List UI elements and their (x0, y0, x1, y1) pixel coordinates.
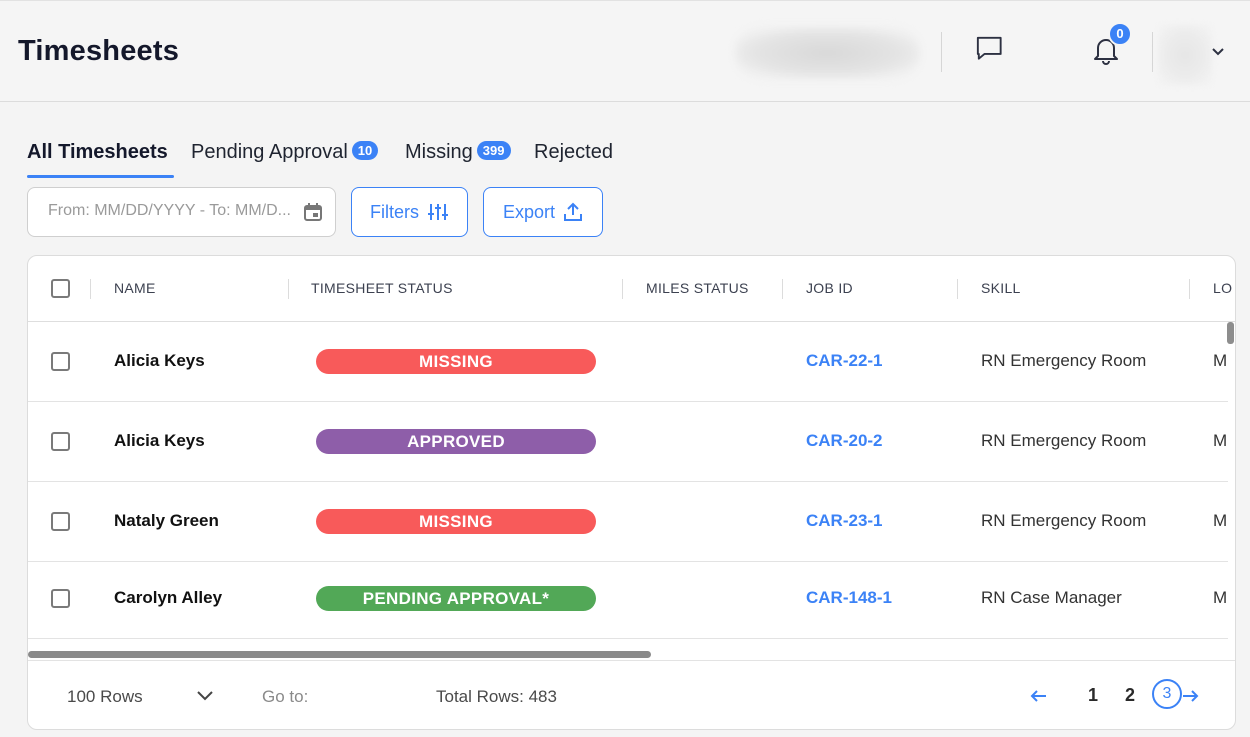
tab-label: Rejected (534, 141, 613, 163)
status-badge: PENDING APPROVAL* (316, 586, 596, 611)
calendar-icon[interactable] (303, 202, 323, 222)
row-checkbox[interactable] (51, 589, 70, 608)
job-id-link[interactable]: CAR-20-2 (806, 431, 883, 451)
rows-per-page-select[interactable]: 100 Rows (67, 687, 143, 707)
table-row[interactable]: Alicia Keys APPROVED CAR-20-2 RN Emergen… (28, 402, 1228, 482)
total-rows: Total Rows: 483 (436, 687, 557, 706)
row-checkbox[interactable] (51, 432, 70, 451)
employee-name: Carolyn Alley (114, 588, 223, 607)
row-checkbox[interactable] (51, 512, 70, 531)
date-range-field[interactable] (27, 187, 336, 237)
tab-count-badge: 399 (476, 141, 511, 160)
tab-pending-approval[interactable]: Pending Approval 10 (191, 136, 379, 178)
skill: RN Emergency Room (981, 351, 1147, 370)
timesheets-table: NAME TIMESHEET STATUS MILES STATUS JOB I… (27, 255, 1236, 730)
status-badge: APPROVED (316, 429, 596, 454)
employee-name: Alicia Keys (114, 351, 205, 370)
status-badge: MISSING (316, 349, 596, 374)
notification-badge: 0 (1108, 22, 1132, 46)
table-header: NAME TIMESHEET STATUS MILES STATUS JOB I… (28, 256, 1235, 322)
column-separator (957, 279, 958, 299)
column-separator (782, 279, 783, 299)
column-header-skill[interactable]: SKILL (981, 280, 1021, 296)
job-id-link[interactable]: CAR-148-1 (806, 588, 892, 608)
export-label: Export (502, 201, 556, 222)
blurred-search[interactable] (735, 27, 920, 79)
tab-label: All Timesheets (27, 141, 168, 163)
vertical-scrollbar[interactable] (1227, 322, 1234, 344)
page-title: Timesheets (18, 35, 180, 67)
page-current[interactable]: 3 (1152, 679, 1182, 709)
arrow-right-icon[interactable] (1180, 686, 1200, 706)
column-header-miles-status[interactable]: MILES STATUS (646, 280, 749, 296)
table-row[interactable]: Carolyn Alley PENDING APPROVAL* CAR-148-… (28, 562, 1228, 639)
column-header-job-id[interactable]: JOB ID (806, 280, 853, 296)
divider (1152, 32, 1153, 72)
location: M (1213, 511, 1228, 530)
column-separator (90, 279, 91, 299)
status-badge: MISSING (316, 509, 596, 534)
job-id-link[interactable]: CAR-22-1 (806, 351, 883, 371)
column-separator (622, 279, 623, 299)
table-footer: 100 Rows Go to: Total Rows: 483 1 2 3 (28, 660, 1235, 729)
employee-name: Nataly Green (114, 511, 219, 530)
divider (941, 32, 942, 72)
column-header-timesheet-status[interactable]: TIMESHEET STATUS (311, 280, 453, 296)
tab-rejected[interactable]: Rejected (534, 136, 613, 178)
horizontal-scrollbar[interactable] (28, 651, 651, 658)
export-button[interactable]: Export (483, 187, 603, 237)
page-1[interactable]: 1 (1088, 685, 1098, 706)
table-row[interactable]: Nataly Green MISSING CAR-23-1 RN Emergen… (28, 482, 1228, 562)
chevron-down-icon[interactable] (196, 688, 214, 704)
job-id-link[interactable]: CAR-23-1 (806, 511, 883, 531)
page-2[interactable]: 2 (1125, 685, 1135, 706)
avatar[interactable] (1158, 25, 1212, 85)
date-range-input[interactable] (48, 202, 303, 220)
tab-label: Missing (405, 141, 473, 163)
chat-icon[interactable] (975, 34, 1005, 64)
goto-label: Go to: (262, 687, 309, 706)
column-separator (1189, 279, 1190, 299)
tab-missing[interactable]: Missing 399 (405, 136, 511, 178)
column-header-location[interactable]: LO (1213, 280, 1232, 296)
filters-label: Filters (370, 201, 419, 222)
tab-all-timesheets[interactable]: All Timesheets (27, 136, 168, 178)
location: M (1213, 588, 1228, 607)
chevron-down-icon[interactable] (1210, 43, 1226, 59)
top-bar: Timesheets 0 (0, 0, 1250, 102)
location: M (1213, 431, 1228, 450)
skill: RN Emergency Room (981, 431, 1147, 450)
active-tab-indicator (27, 175, 174, 178)
employee-name: Alicia Keys (114, 431, 205, 450)
location: M (1213, 351, 1228, 370)
skill: RN Case Manager (981, 588, 1122, 607)
select-all-checkbox[interactable] (51, 279, 70, 298)
tab-count-badge: 10 (351, 141, 379, 160)
sliders-icon (428, 204, 448, 220)
skill: RN Emergency Room (981, 511, 1147, 530)
arrow-left-icon[interactable] (1029, 686, 1049, 706)
filters-button[interactable]: Filters (351, 187, 468, 237)
upload-icon (564, 202, 583, 221)
table-row[interactable]: Alicia Keys MISSING CAR-22-1 RN Emergenc… (28, 322, 1228, 402)
row-checkbox[interactable] (51, 352, 70, 371)
tab-label: Pending Approval (191, 141, 348, 163)
column-header-name[interactable]: NAME (114, 280, 156, 296)
column-separator (288, 279, 289, 299)
